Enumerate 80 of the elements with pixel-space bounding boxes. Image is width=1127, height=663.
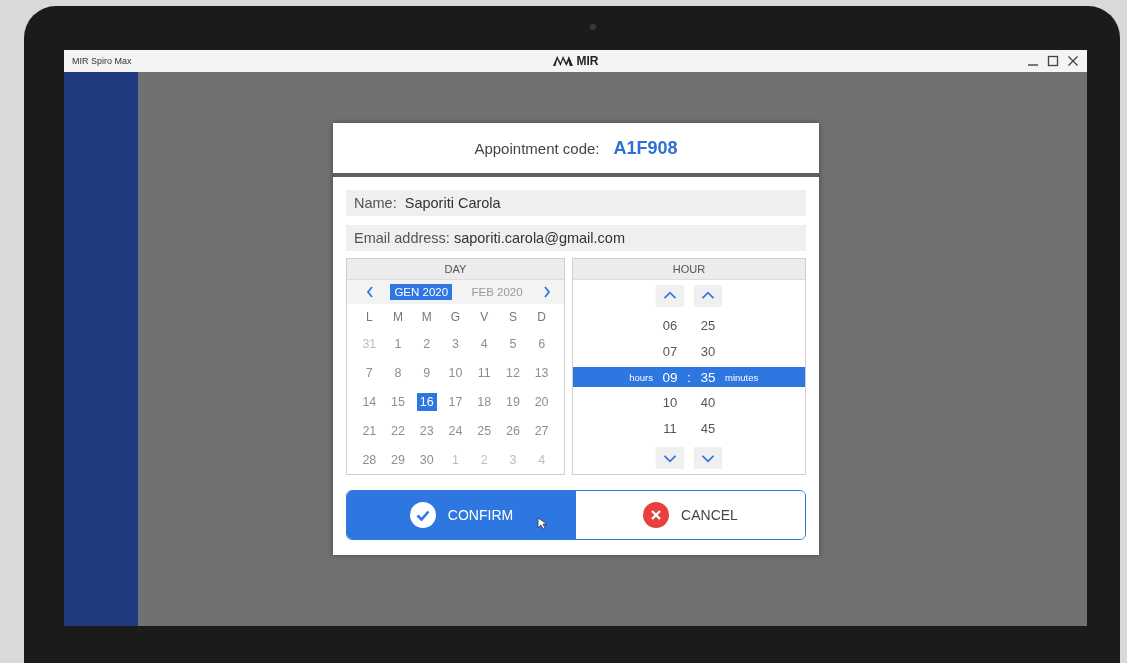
weekday-label: M xyxy=(421,309,432,324)
day-cell[interactable]: 7 xyxy=(359,363,380,382)
day-cell[interactable]: 21 xyxy=(359,421,380,440)
day-cell[interactable]: 28 xyxy=(359,450,380,469)
weekday-label: V xyxy=(480,309,489,324)
day-cell[interactable]: 13 xyxy=(531,363,552,382)
day-cell[interactable]: 10 xyxy=(445,363,466,382)
day-cell[interactable]: 25 xyxy=(474,421,495,440)
minute-value: 45 xyxy=(699,421,717,437)
info-field: Email address: saporiti.carola@gmail.com xyxy=(346,225,806,251)
day-cell[interactable]: 19 xyxy=(502,392,523,411)
day-cell[interactable]: 16 xyxy=(416,392,437,411)
day-cell[interactable]: 31 xyxy=(359,334,380,353)
day-cell[interactable]: 20 xyxy=(531,392,552,411)
day-cell[interactable]: 22 xyxy=(388,421,409,440)
minute-value: 40 xyxy=(699,395,717,411)
cancel-icon xyxy=(643,502,670,528)
day-cell[interactable]: 27 xyxy=(531,421,552,440)
day-cell[interactable]: 24 xyxy=(445,421,466,440)
maximize-icon[interactable] xyxy=(1047,55,1059,67)
day-cell[interactable]: 1 xyxy=(388,334,409,353)
minute-value: 25 xyxy=(699,317,717,333)
day-cell[interactable]: 2 xyxy=(416,334,437,353)
logo-icon xyxy=(552,56,573,66)
day-cell[interactable]: 4 xyxy=(474,334,495,353)
minute-value: 35 xyxy=(699,369,717,385)
confirm-button[interactable]: CONFIRM xyxy=(347,491,576,539)
hours-label: hours xyxy=(629,371,653,383)
picker-header: DAY xyxy=(347,259,564,280)
minutes-label: minutes xyxy=(725,371,759,383)
day-cell[interactable]: 23 xyxy=(416,421,437,440)
time-separator: : xyxy=(687,369,691,385)
weekday-label: M xyxy=(393,309,404,324)
weekday-label: L xyxy=(366,309,373,324)
hour-value: 10 xyxy=(661,395,679,411)
time-row[interactable]: 07 30 xyxy=(573,338,805,365)
month-tab[interactable]: GEN 2020 xyxy=(390,284,453,300)
weekday-label: G xyxy=(450,309,461,324)
minute-value: 30 xyxy=(699,343,717,359)
day-cell[interactable]: 14 xyxy=(359,392,380,411)
previous-icon[interactable] xyxy=(365,285,375,299)
hour-value: 06 xyxy=(661,317,679,333)
day-cell[interactable]: 2 xyxy=(474,450,495,469)
hour-value: 07 xyxy=(661,343,679,359)
time-row[interactable]: 06 25 xyxy=(573,312,805,339)
day-cell[interactable]: 4 xyxy=(531,450,552,469)
day-cell[interactable]: 18 xyxy=(474,392,495,411)
selected-time-row[interactable]: hours 09 : 35 minutes xyxy=(573,367,805,387)
day-cell[interactable]: 1 xyxy=(445,450,466,469)
hour-value: 11 xyxy=(662,421,678,437)
day-cell[interactable]: 9 xyxy=(416,363,437,382)
weekday-label: D xyxy=(537,309,546,324)
day-cell[interactable]: 12 xyxy=(502,363,523,382)
time-row[interactable]: 11 45 xyxy=(573,415,805,442)
next-icon[interactable] xyxy=(542,285,552,299)
day-cell[interactable]: 15 xyxy=(388,392,409,411)
day-cell[interactable]: 29 xyxy=(388,450,409,469)
weekday-label: S xyxy=(508,309,517,324)
day-cell[interactable]: 6 xyxy=(531,334,552,353)
info-field: Name: Saporiti Carola xyxy=(346,190,806,216)
picker-header: HOUR xyxy=(573,259,805,280)
day-cell[interactable]: 8 xyxy=(388,363,409,382)
day-cell[interactable]: 26 xyxy=(502,421,523,440)
code-label: Appointment code: xyxy=(474,139,600,157)
camera-dot xyxy=(590,24,596,30)
day-cell[interactable]: 5 xyxy=(502,334,523,353)
brand-name: MIR xyxy=(576,54,599,68)
hour-value: 09 xyxy=(661,369,679,385)
window-title: MIR Spiro Max xyxy=(72,56,132,66)
day-cell[interactable]: 3 xyxy=(502,450,523,469)
close-icon[interactable] xyxy=(1067,55,1079,67)
day-cell[interactable]: 3 xyxy=(445,334,466,353)
day-cell[interactable]: 17 xyxy=(445,392,466,411)
cursor-icon xyxy=(537,517,547,530)
check-icon xyxy=(409,502,436,528)
day-cell[interactable]: 11 xyxy=(474,363,495,382)
time-row[interactable]: 10 40 xyxy=(573,389,805,416)
day-cell[interactable]: 30 xyxy=(416,450,437,469)
appointment-code: A1F908 xyxy=(613,137,678,159)
month-tab[interactable]: FEB 2020 xyxy=(467,284,527,300)
